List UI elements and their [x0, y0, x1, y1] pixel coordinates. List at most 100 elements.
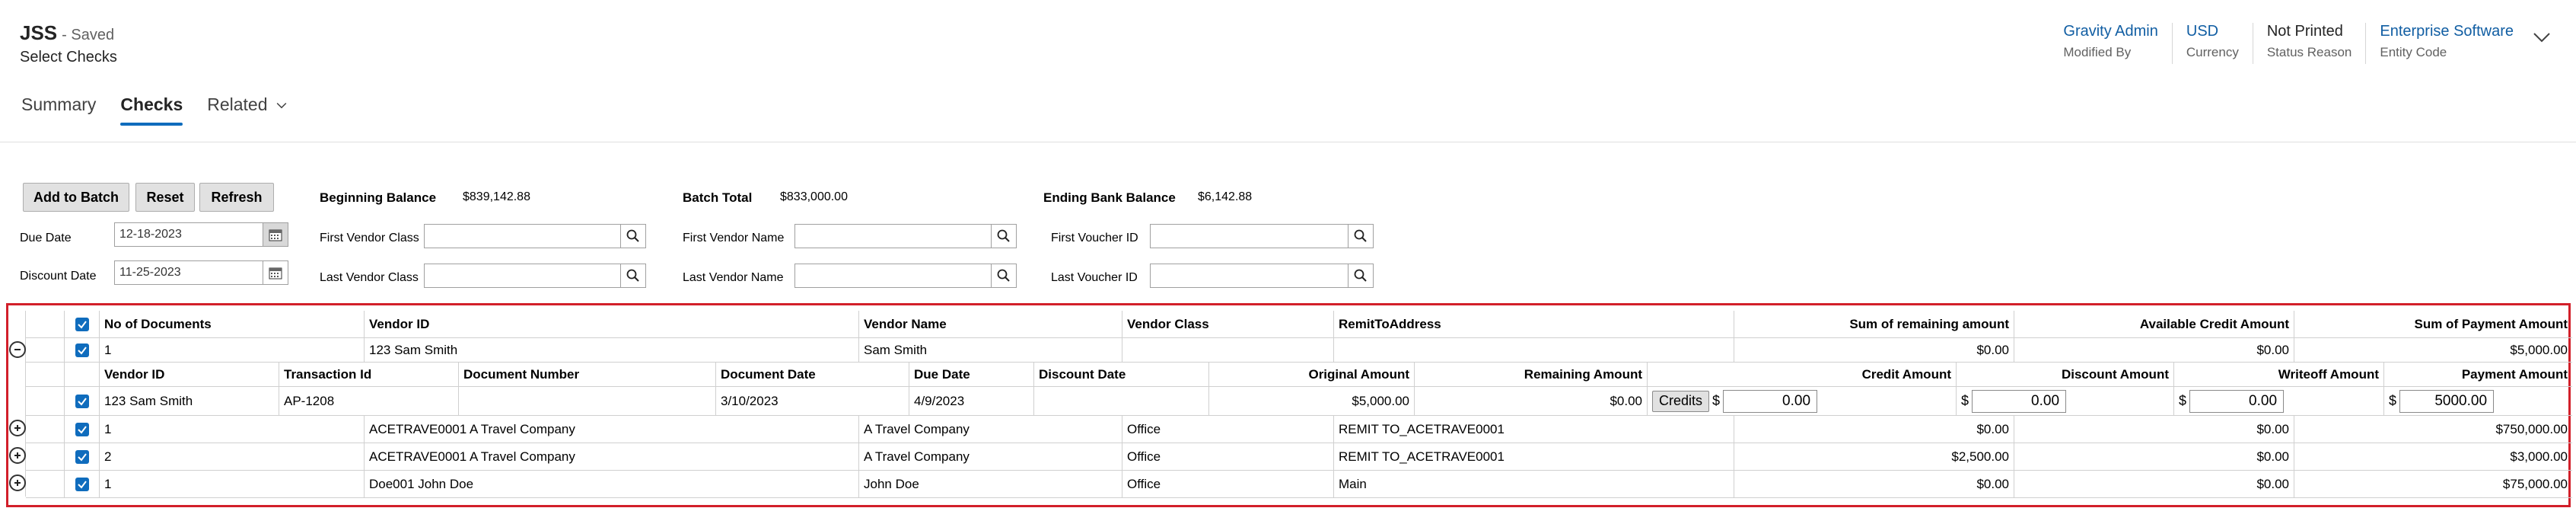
expander-column: [8, 311, 26, 497]
form-selector[interactable]: Select Checks: [20, 49, 117, 66]
currency-link[interactable]: USD: [2186, 23, 2239, 40]
search-icon[interactable]: [991, 264, 1017, 288]
table-row[interactable]: 2 ACETRAVE0001 A Travel Company A Travel…: [26, 443, 2572, 471]
row-checkbox[interactable]: [64, 338, 99, 362]
refresh-button[interactable]: Refresh: [199, 183, 274, 212]
calendar-icon[interactable]: [263, 260, 288, 285]
subcol-document-date[interactable]: Document Date: [715, 363, 909, 386]
cell-payment: $750,000.00: [2294, 416, 2572, 443]
first-voucher-id-input[interactable]: [1150, 224, 1351, 248]
col-remit-to-address[interactable]: RemitToAddress: [1333, 311, 1734, 337]
subcol-writeoff-amount[interactable]: Writeoff Amount: [2173, 363, 2383, 386]
tab-summary[interactable]: Summary: [21, 94, 96, 126]
detail-row-checkbox[interactable]: [64, 387, 99, 415]
detail-document-number: [458, 387, 715, 415]
subcol-credit-amount[interactable]: Credit Amount: [1647, 363, 1956, 386]
credits-button[interactable]: Credits: [1652, 390, 1710, 412]
cell-payment: $75,000.00: [2294, 471, 2572, 497]
entity-code-link[interactable]: Enterprise Software: [2380, 23, 2514, 40]
detail-remaining-amount: $0.00: [1414, 387, 1647, 415]
cell-credit: $0.00: [2014, 471, 2294, 497]
cell-vendor-id: ACETRAVE0001 A Travel Company: [364, 443, 858, 470]
search-icon[interactable]: [620, 224, 646, 248]
first-vendor-class-input[interactable]: [424, 224, 623, 248]
subcol-discount-date[interactable]: Discount Date: [1033, 363, 1208, 386]
chevron-down-icon[interactable]: [2530, 26, 2553, 49]
first-vendor-name-label: First Vendor Name: [683, 232, 785, 244]
cell-docs: 1: [99, 338, 364, 362]
credit-amount-input[interactable]: 0.00: [1723, 389, 1818, 413]
col-no-of-documents[interactable]: No of Documents: [99, 311, 364, 337]
subcol-transaction-id[interactable]: Transaction Id: [279, 363, 458, 386]
writeoff-amount-input[interactable]: 0.00: [2189, 389, 2285, 413]
search-icon[interactable]: [1348, 264, 1374, 288]
subcol-discount-amount[interactable]: Discount Amount: [1956, 363, 2173, 386]
grid-header-row: No of Documents Vendor ID Vendor Name Ve…: [26, 311, 2572, 338]
search-icon[interactable]: [620, 264, 646, 288]
tab-related[interactable]: Related: [207, 94, 288, 126]
entity-code-label: Entity Code: [2380, 45, 2447, 59]
select-all-checkbox[interactable]: [64, 311, 99, 337]
detail-vendor-id: 123 Sam Smith: [99, 387, 279, 415]
detail-original-amount: $5,000.00: [1208, 387, 1414, 415]
currency-symbol: $: [2389, 393, 2397, 408]
header-field-modified-by: Gravity Admin Modified By: [2049, 23, 2171, 64]
col-sum-remaining[interactable]: Sum of remaining amount: [1734, 311, 2014, 337]
tab-summary-label: Summary: [21, 94, 97, 114]
calendar-icon[interactable]: [263, 222, 288, 247]
expand-icon[interactable]: [9, 420, 26, 436]
subcol-original-amount[interactable]: Original Amount: [1208, 363, 1414, 386]
due-date-input[interactable]: 12-18-2023: [114, 222, 263, 247]
last-vendor-class-input[interactable]: [424, 264, 623, 288]
cell-remaining: $2,500.00: [1734, 443, 2014, 470]
col-sum-payment[interactable]: Sum of Payment Amount: [2294, 311, 2572, 337]
currency-symbol: $: [1961, 393, 1969, 408]
subcol-document-number[interactable]: Document Number: [458, 363, 715, 386]
col-vendor-name[interactable]: Vendor Name: [858, 311, 1122, 337]
payment-amount-input[interactable]: 5000.00: [2399, 389, 2495, 413]
status-reason-value: Not Printed: [2266, 23, 2343, 40]
last-voucher-id-label: Last Voucher ID: [1051, 271, 1138, 284]
discount-amount-input[interactable]: 0.00: [1972, 389, 2067, 413]
first-vendor-name-input[interactable]: [794, 224, 994, 248]
subcol-due-date[interactable]: Due Date: [909, 363, 1033, 386]
last-voucher-id-input[interactable]: [1150, 264, 1351, 288]
detail-row[interactable]: 123 Sam Smith AP-1208 3/10/2023 4/9/2023…: [26, 387, 2572, 416]
cell-remaining: $0.00: [1734, 416, 2014, 443]
col-vendor-id[interactable]: Vendor ID: [364, 311, 858, 337]
row-checkbox[interactable]: [64, 471, 99, 497]
expand-icon[interactable]: [9, 447, 26, 464]
row-checkbox[interactable]: [64, 416, 99, 443]
table-row[interactable]: 1 ACETRAVE0001 A Travel Company A Travel…: [26, 416, 2572, 443]
cell-vendor-id: Doe001 John Doe: [364, 471, 858, 497]
cell-vendor-class: Office: [1122, 471, 1333, 497]
detail-due-date: 4/9/2023: [909, 387, 1033, 415]
modified-by-link[interactable]: Gravity Admin: [2063, 23, 2157, 40]
table-row[interactable]: 1 123 Sam Smith Sam Smith $0.00 $0.00 $5…: [26, 338, 2572, 363]
subcol-remaining-amount[interactable]: Remaining Amount: [1414, 363, 1647, 386]
cell-docs: 2: [99, 443, 364, 470]
cell-vendor-name: John Doe: [858, 471, 1122, 497]
cell-payment: $5,000.00: [2294, 338, 2572, 362]
row-checkbox[interactable]: [64, 443, 99, 470]
beginning-balance-label: Beginning Balance: [320, 190, 437, 205]
search-icon[interactable]: [991, 224, 1017, 248]
col-vendor-class[interactable]: Vendor Class: [1122, 311, 1333, 337]
discount-date-input[interactable]: 11-25-2023: [114, 260, 263, 285]
tab-checks[interactable]: Checks: [120, 94, 183, 126]
tab-list: Summary Checks Related: [21, 94, 314, 126]
subcol-vendor-id[interactable]: Vendor ID: [99, 363, 279, 386]
collapse-icon[interactable]: [9, 341, 26, 358]
cell-credit: $0.00: [2014, 338, 2294, 362]
reset-button[interactable]: Reset: [135, 183, 195, 212]
add-to-batch-button[interactable]: Add to Batch: [23, 183, 129, 212]
last-vendor-name-input[interactable]: [794, 264, 994, 288]
col-available-credit[interactable]: Available Credit Amount: [2014, 311, 2294, 337]
expand-icon[interactable]: [9, 474, 26, 491]
chevron-down-icon: [276, 102, 286, 108]
status-reason-label: Status Reason: [2266, 45, 2352, 59]
table-row[interactable]: 1 Doe001 John Doe John Doe Office Main $…: [26, 471, 2572, 498]
search-icon[interactable]: [1348, 224, 1374, 248]
subcol-payment-amount[interactable]: Payment Amount: [2383, 363, 2572, 386]
currency-symbol: $: [1712, 393, 1721, 408]
